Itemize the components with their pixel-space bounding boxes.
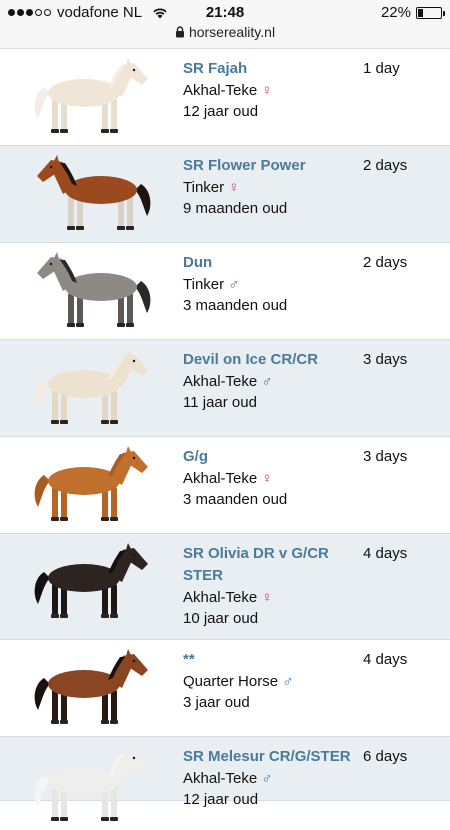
female-symbol-icon: ♀ [261,82,273,99]
horse-age: 3 maanden oud [183,297,288,314]
horse-info: SR Flower Power Tinker ♀ 9 maanden oud [183,155,358,219]
horse-thumbnail[interactable] [30,745,155,825]
time-remaining: 6 days [363,748,408,765]
horse-breed-line: Akhal-Teke ♂ [183,768,358,789]
horse-breed: Quarter Horse [183,673,279,690]
time-remaining: 1 day [363,60,400,77]
horse-breed-line: Akhal-Teke ♀ [183,587,358,608]
battery-fill [418,8,423,17]
horse-name-link[interactable]: SR Olivia DR v G/CR STER [183,543,358,587]
horse-breed-line: Akhal-Teke ♂ [183,371,358,392]
horse-illustration [34,349,148,424]
horse-thumbnail[interactable] [30,348,155,428]
horse-breed: Akhal-Teke [183,373,258,390]
horse-info: Devil on Ice CR/CR Akhal-Teke ♂ 11 jaar … [183,349,358,413]
time-remaining: 4 days [363,651,408,668]
horse-breed: Tinker [183,179,225,196]
horse-row[interactable]: G/g Akhal-Teke ♀ 3 maanden oud 3 days [0,437,450,534]
horse-age: 3 maanden oud [183,491,288,508]
horse-info: SR Olivia DR v G/CR STER Akhal-Teke ♀ 10… [183,543,358,629]
horse-illustration [37,155,151,230]
horse-breed-line: Tinker ♀ [183,177,358,198]
horse-name-link[interactable]: G/g [183,446,358,468]
horse-breed: Akhal-Teke [183,470,258,487]
horse-thumbnail[interactable] [30,648,155,728]
male-symbol-icon: ♂ [261,770,273,787]
horse-thumbnail[interactable] [30,154,155,234]
horse-breed: Tinker [183,276,225,293]
horse-info: ** Quarter Horse ♂ 3 jaar oud [183,649,358,713]
battery-group: 22% [380,4,445,21]
time-remaining: 2 days [363,157,408,174]
male-symbol-icon: ♂ [282,673,294,690]
horse-illustration [37,252,151,327]
time-remaining: 3 days [363,351,408,368]
horse-name-link[interactable]: SR Melesur CR/G/STER [183,746,358,768]
horse-age: 9 maanden oud [183,200,288,217]
horse-row[interactable]: SR Olivia DR v G/CR STER Akhal-Teke ♀ 10… [0,534,450,640]
horse-breed: Akhal-Teke [183,82,258,99]
horse-name-link[interactable]: SR Fajah [183,58,358,80]
horse-breed: Akhal-Teke [183,589,258,606]
time-remaining: 4 days [363,545,408,562]
horse-row[interactable]: Devil on Ice CR/CR Akhal-Teke ♂ 11 jaar … [0,340,450,437]
horse-breed-line: Akhal-Teke ♀ [183,80,358,101]
horse-thumbnail[interactable] [30,445,155,525]
horse-info: G/g Akhal-Teke ♀ 3 maanden oud [183,446,358,510]
horse-name-link[interactable]: Dun [183,252,358,274]
horse-age: 3 jaar oud [183,694,250,711]
horse-breed: Akhal-Teke [183,770,258,787]
horse-thumbnail[interactable] [30,251,155,331]
horse-row[interactable]: ** Quarter Horse ♂ 3 jaar oud 4 days [0,640,450,737]
female-symbol-icon: ♀ [261,589,273,606]
horse-name-link[interactable]: ** [183,649,358,671]
horse-row[interactable]: Dun Tinker ♂ 3 maanden oud 2 days [0,243,450,340]
horse-illustration [34,746,148,821]
female-symbol-icon: ♀ [228,179,240,196]
time-remaining: 2 days [363,254,408,271]
horse-info: SR Melesur CR/G/STER Akhal-Teke ♂ 12 jaa… [183,746,358,810]
horse-age: 12 jaar oud [183,103,259,120]
lock-icon [175,26,184,38]
female-symbol-icon: ♀ [261,470,273,487]
horse-age: 11 jaar oud [183,394,257,411]
horse-info: SR Fajah Akhal-Teke ♀ 12 jaar oud [183,58,358,122]
horse-breed-line: Akhal-Teke ♀ [183,468,358,489]
horse-name-link[interactable]: Devil on Ice CR/CR [183,349,358,371]
address-bar[interactable]: horsereality.nl [0,24,450,44]
url-domain: horsereality.nl [188,24,276,40]
battery-icon [416,6,445,19]
horse-thumbnail[interactable] [30,542,155,622]
horse-name-link[interactable]: SR Flower Power [183,155,358,177]
male-symbol-icon: ♂ [261,373,273,390]
horse-illustration [34,543,148,618]
male-symbol-icon: ♂ [228,276,240,293]
horse-breed-line: Tinker ♂ [183,274,358,295]
horse-illustration [34,649,148,724]
horse-illustration [34,446,148,521]
horse-illustration [34,58,148,133]
time-remaining: 3 days [363,448,408,465]
horse-row[interactable]: SR Melesur CR/G/STER Akhal-Teke ♂ 12 jaa… [0,737,450,821]
horse-row[interactable]: SR Fajah Akhal-Teke ♀ 12 jaar oud 1 day [0,49,450,146]
horse-info: Dun Tinker ♂ 3 maanden oud [183,252,358,316]
battery-percent: 22% [380,4,411,21]
horse-age: 10 jaar oud [183,610,259,627]
horse-breed-line: Quarter Horse ♂ [183,671,358,692]
horse-list: SR Fajah Akhal-Teke ♀ 12 jaar oud 1 day [0,49,450,821]
status-top-row: vodafone NL 21:48 22% [0,4,450,22]
status-bar: vodafone NL 21:48 22% horsereality.nl [0,0,450,49]
horse-thumbnail[interactable] [30,57,155,137]
horse-row[interactable]: SR Flower Power Tinker ♀ 9 maanden oud 2… [0,146,450,243]
